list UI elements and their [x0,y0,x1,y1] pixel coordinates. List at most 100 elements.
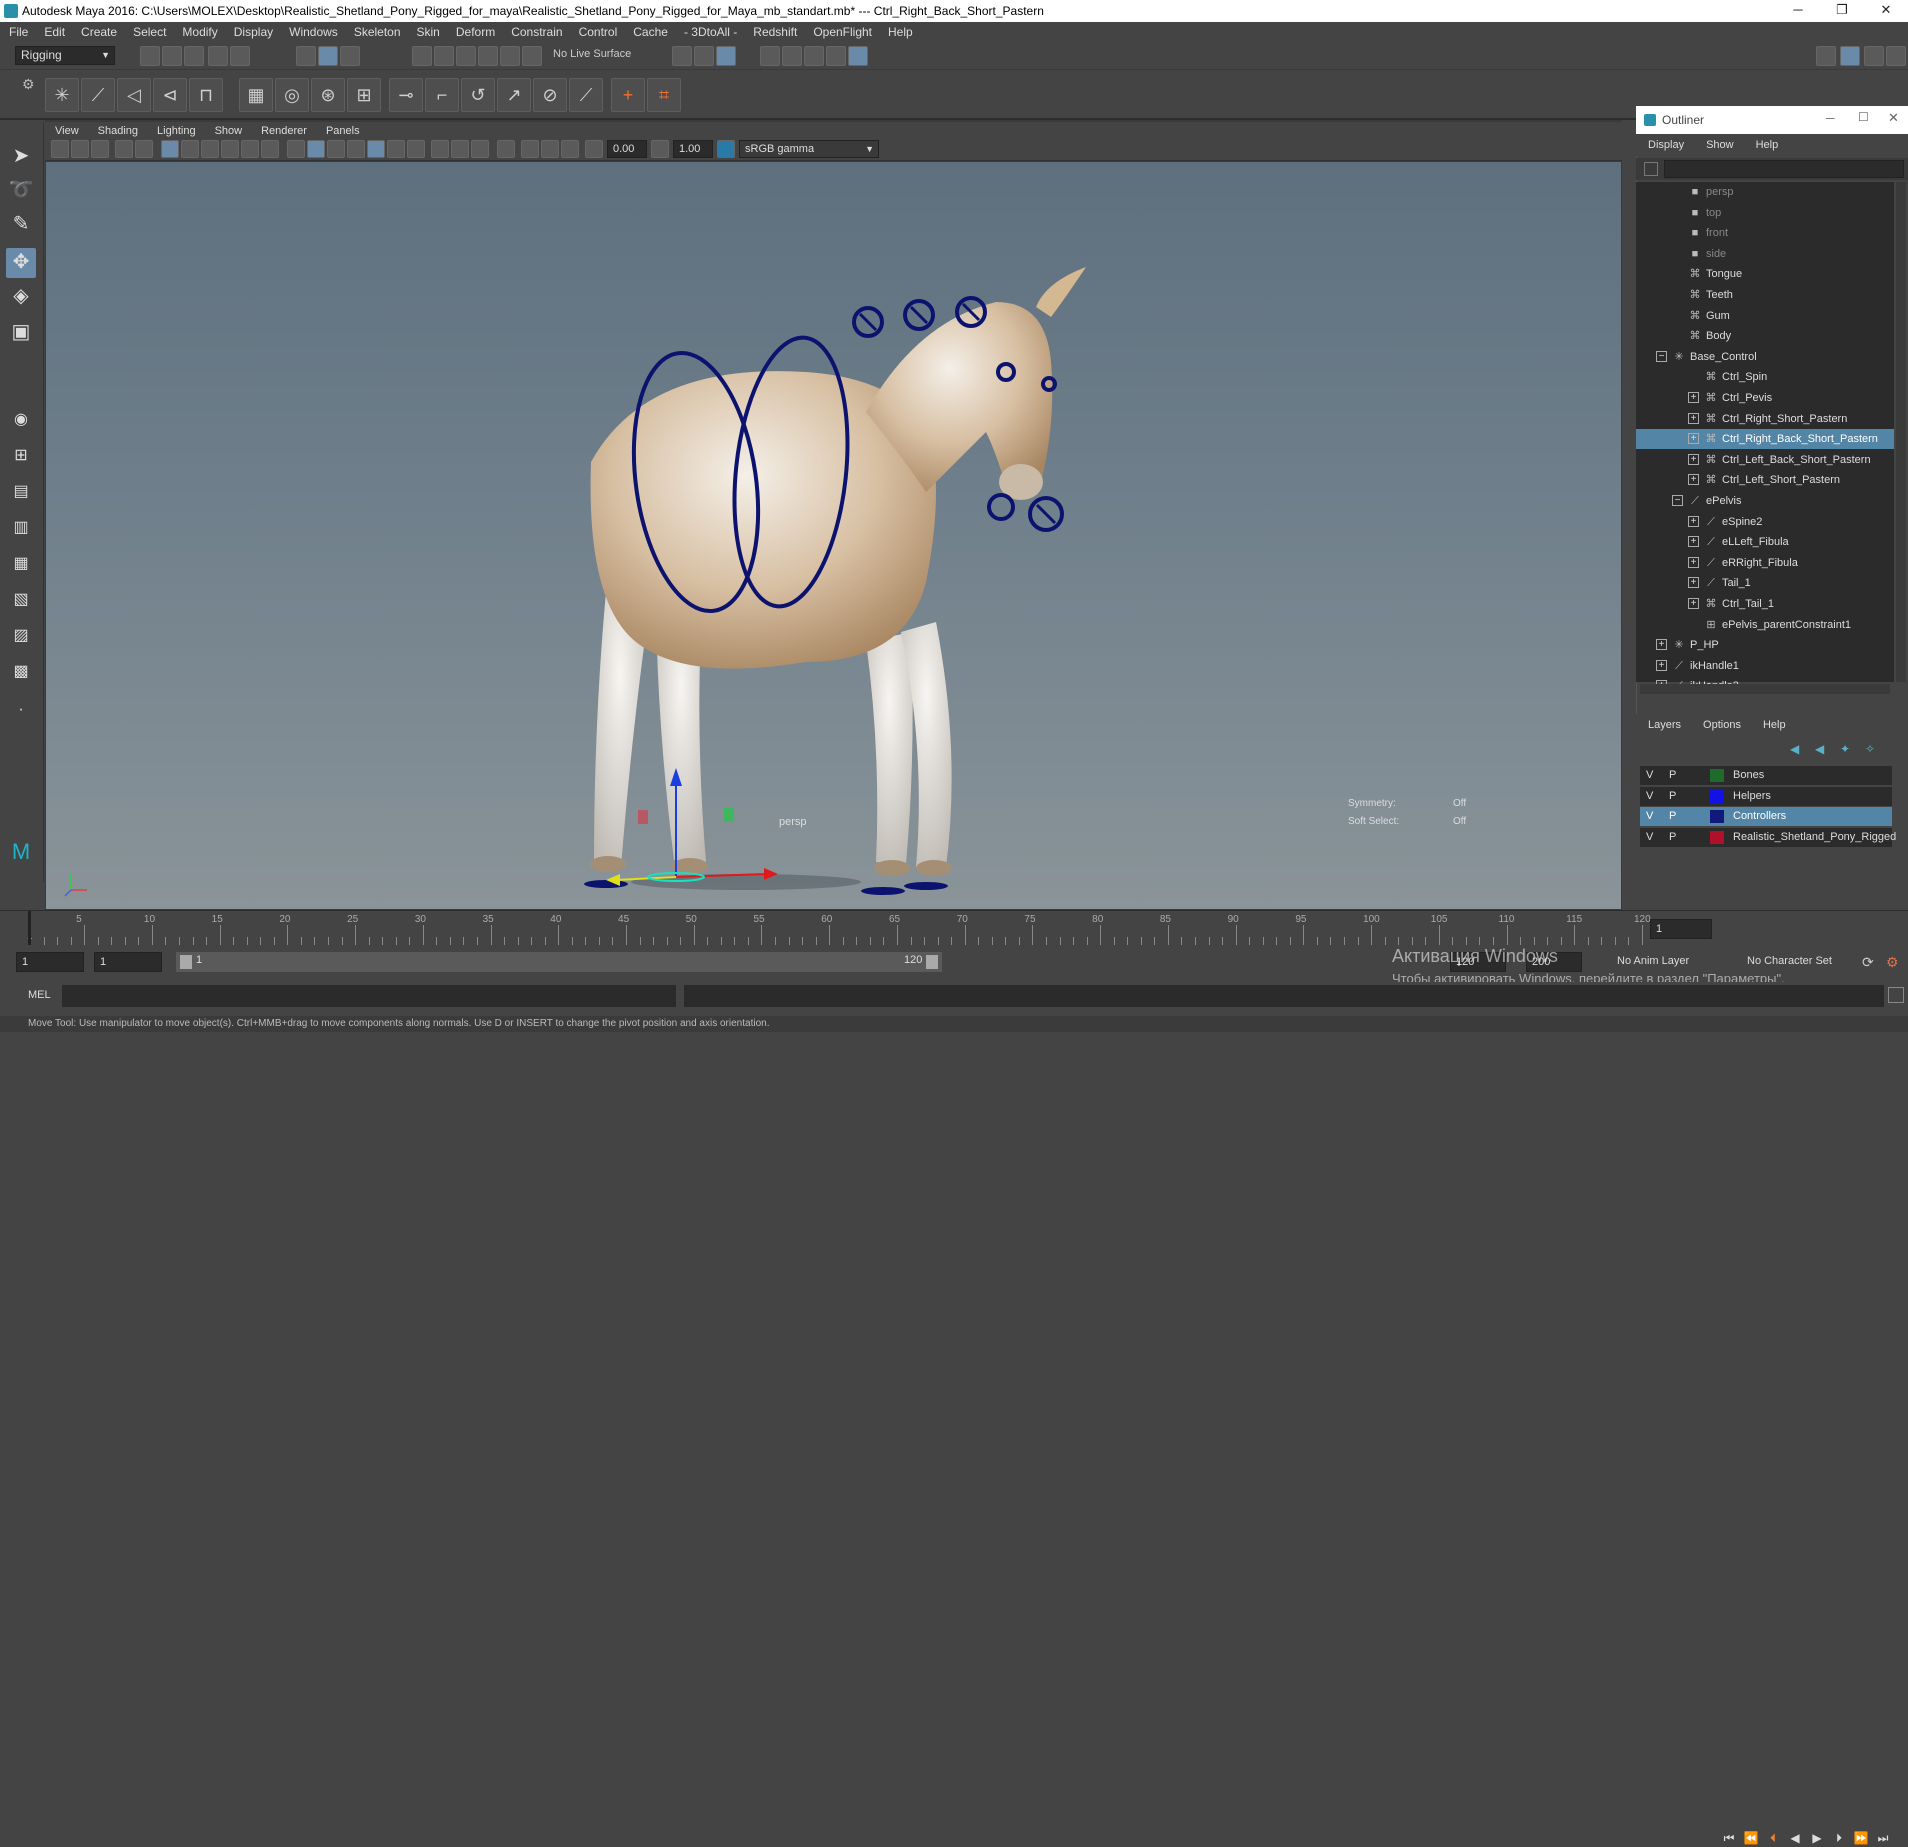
menu-help[interactable]: Help [879,25,920,39]
select-camera-icon[interactable] [51,140,69,158]
wireframe-icon[interactable] [287,140,305,158]
layer-color-swatch[interactable] [1710,769,1724,782]
default-material-icon[interactable] [327,140,345,158]
collapse-icon[interactable]: − [1656,350,1667,362]
single-perspective-icon[interactable]: ◉ [6,406,36,436]
expand-icon[interactable]: + [1688,433,1699,445]
select-tool-icon[interactable]: ➤ [6,142,36,172]
outliner-item[interactable]: + ⟋ ikHandle1 [1636,656,1894,676]
move-layer-up-icon[interactable]: ◀ [1790,742,1799,756]
outliner-item[interactable]: + ⌘ Ctrl_Pevis [1636,388,1894,408]
close-icon[interactable]: ✕ [1888,110,1899,126]
grid-toggle-icon[interactable] [161,140,179,158]
viewport-menu-lighting[interactable]: Lighting [147,125,205,137]
viewport-menu-renderer[interactable]: Renderer [251,125,316,137]
motion-blur-icon[interactable] [451,140,469,158]
outliner-item[interactable]: ⌘ Body [1636,326,1894,346]
step-forward-key-icon[interactable]: ⏩ [1852,1829,1870,1847]
orient-joint-icon[interactable]: ⊲ [153,78,187,112]
resolution-gate-icon[interactable] [201,140,219,158]
menu-display[interactable]: Display [225,25,280,39]
pole-vector-icon[interactable]: ⟋ [569,78,603,112]
viewport-menu-panels[interactable]: Panels [316,125,369,137]
expand-icon[interactable]: + [1688,453,1699,465]
gamma-field[interactable]: 1.00 [673,140,713,158]
menu-windows[interactable]: Windows [280,25,345,39]
ik-handle-icon[interactable]: ⊓ [189,78,223,112]
mirror-joint-icon[interactable]: ◁ [117,78,151,112]
make-live-icon[interactable] [522,46,542,66]
outliner-item[interactable]: + ⌘ Ctrl_Right_Short_Pastern [1636,409,1894,429]
range-start-field[interactable]: 1 [16,952,84,972]
snap-view-icon[interactable] [478,46,498,66]
collapse-icon[interactable]: − [1672,495,1683,506]
layer-playback-toggle[interactable]: P [1669,828,1676,847]
channel-box-icon[interactable] [1886,46,1906,66]
range-start-handle[interactable] [180,955,192,969]
expand-icon[interactable]: + [1688,577,1699,589]
paint-select-icon[interactable]: ✎ [6,210,36,240]
layer-visibility-toggle[interactable]: V [1646,766,1653,785]
layer-menu-help[interactable]: Help [1751,719,1796,731]
layer-row[interactable]: V P Helpers [1640,786,1892,806]
menu-constrain[interactable]: Constrain [502,25,569,39]
outliner-item[interactable]: + ⌘ Ctrl_Left_Back_Short_Pastern [1636,450,1894,470]
smooth-shade-icon[interactable] [307,140,325,158]
layer-color-swatch[interactable] [1710,810,1724,823]
expand-icon[interactable]: + [1656,639,1667,651]
cluster-icon[interactable]: ◎ [275,78,309,112]
step-back-key-icon[interactable]: ⏪ [1742,1829,1760,1847]
outliner-item[interactable]: + ⟋ Tail_1 [1636,573,1894,593]
exposure-field[interactable]: 0.00 [607,140,647,158]
render-view-icon[interactable] [760,46,780,66]
open-scene-icon[interactable] [162,46,182,66]
save-scene-icon[interactable] [184,46,204,66]
modeling-toolkit-icon[interactable] [1816,46,1836,66]
outliner-item[interactable]: + ⌘ Ctrl_Left_Short_Pastern [1636,470,1894,490]
menu-edit[interactable]: Edit [35,25,72,39]
expand-icon[interactable]: + [1688,392,1699,403]
move-layer-down-icon[interactable]: ◀ [1815,742,1824,756]
outliner-item[interactable]: ■ persp [1636,182,1894,202]
field-chart-icon[interactable] [241,140,259,158]
bookmark-icon[interactable] [91,140,109,158]
minimize-icon[interactable]: ─ [1826,111,1835,125]
close-icon[interactable]: ✕ [1864,0,1908,22]
insert-joint-icon[interactable]: ⟋ [81,78,115,112]
outliner-item[interactable]: − ✳ Base_Control [1636,347,1894,367]
shadows-icon[interactable] [407,140,425,158]
layer-visibility-toggle[interactable]: V [1646,828,1653,847]
lasso-tool-icon[interactable]: ➰ [6,176,36,206]
menu-modify[interactable]: Modify [173,25,224,39]
use-all-lights-icon[interactable] [387,140,405,158]
layer-menu-options[interactable]: Options [1691,719,1751,731]
scale-tool-icon[interactable]: ▣ [6,318,36,348]
layer-color-swatch[interactable] [1710,830,1724,844]
menu-deform[interactable]: Deform [447,25,502,39]
script-language-label[interactable]: MEL [28,989,51,1001]
layer-row[interactable]: V P Bones [1640,766,1892,785]
menu-redshift[interactable]: Redshift [744,25,804,39]
menu-cache[interactable]: Cache [624,25,675,39]
menu-3dtoall[interactable]: - 3DtoAll - [675,25,744,39]
wireframe-on-shaded-icon[interactable] [347,140,365,158]
current-time-indicator[interactable] [28,911,31,945]
input-ops-icon[interactable] [672,46,692,66]
filter-icon[interactable] [1644,162,1658,176]
shelf-tab-icon[interactable]: ⚙ [22,76,35,93]
orient-constraint-icon[interactable]: ↗ [497,78,531,112]
character-set-dropdown[interactable]: No Character Set [1742,952,1858,972]
expand-icon[interactable]: + [1688,474,1699,486]
outliner-item[interactable]: ■ front [1636,223,1894,243]
render-frame-icon[interactable] [782,46,802,66]
perspective-viewport[interactable]: persp Symmetry: Off Soft Select: Off [46,162,1621,909]
safe-action-icon[interactable] [261,140,279,158]
new-layer-selected-icon[interactable]: ✧ [1865,742,1875,756]
snap-grid-icon[interactable] [412,46,432,66]
hypershade-layout-icon[interactable]: ▦ [6,550,36,580]
outliner-item[interactable]: ⌘ Gum [1636,306,1894,326]
go-to-end-icon[interactable]: ⏭ [1874,1829,1892,1847]
outliner-item[interactable]: ⌘ Ctrl_Spin [1636,367,1894,387]
outliner-item[interactable]: ■ top [1636,203,1894,223]
script-editor-icon[interactable] [1888,987,1904,1003]
